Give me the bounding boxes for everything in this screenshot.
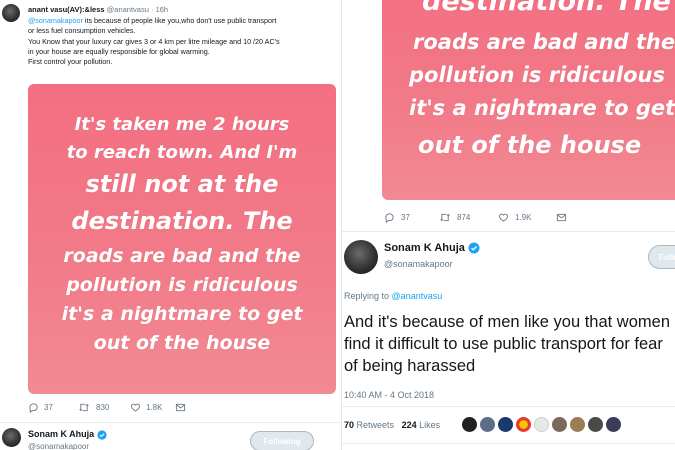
verified-badge-icon — [97, 430, 107, 440]
verified-badge-icon — [468, 242, 480, 254]
reply-header: anant vasu(AV):&less @anantvasu · 16h — [28, 5, 168, 14]
quote-image-card[interactable]: It's taken me 2 hours to reach town. And… — [28, 84, 336, 394]
main-text-line-1: And it's because of men like you that wo… — [344, 313, 670, 331]
likes-total[interactable]: 224 — [402, 420, 417, 430]
anant-avatar[interactable] — [2, 4, 20, 22]
left-screenshot-panel: anant vasu(AV):&less @anantvasu · 16h @s… — [0, 0, 342, 450]
reply-tweet-text: @sonamakapoor its because of people like… — [28, 16, 340, 67]
replying-to-prefix: Replying to — [344, 291, 390, 301]
right-tweet-actions: 37 874 1.9K — [384, 212, 567, 223]
retweet-action[interactable]: 830 — [78, 402, 130, 413]
reply-text-line-3: You Know that your luxury car gives 3 or… — [28, 36, 280, 46]
retweet-icon — [78, 402, 90, 413]
liker-avatar[interactable] — [480, 417, 495, 432]
retweets-total[interactable]: 70 — [344, 420, 354, 430]
dm-action[interactable] — [175, 402, 186, 413]
main-tweet-handle[interactable]: @sonamakapoor — [384, 259, 453, 269]
tweet-timestamp[interactable]: 10:40 AM - 4 Oct 2018 — [344, 390, 434, 400]
right-divider-bottom — [342, 443, 675, 444]
like-count-right: 1.9K — [515, 213, 532, 222]
reply-action[interactable]: 37 — [28, 402, 78, 413]
dm-action-right[interactable] — [556, 212, 567, 223]
reply-text-line-4: in your house are equally responsible fo… — [28, 46, 210, 56]
reply-text-line-1: its because of people like you,who don't… — [84, 16, 277, 25]
main-tweet-display-name[interactable]: Sonam K Ahuja — [384, 242, 465, 254]
following-button-left[interactable]: Following — [250, 431, 314, 450]
crop-quote-line-2: roads are bad and the — [413, 30, 675, 54]
liker-avatar[interactable] — [498, 417, 513, 432]
crop-quote-line-1: destination. The — [422, 0, 671, 17]
engagement-stats: 70 Retweets 224 Likes — [344, 420, 440, 430]
liker-avatar[interactable] — [552, 417, 567, 432]
reply-text-line-2: or less fuel consumption vehicles. — [28, 26, 136, 36]
retweet-count-right: 874 — [457, 213, 471, 222]
reply-icon — [28, 402, 39, 413]
retweet-action-right[interactable]: 874 — [439, 212, 498, 223]
reply-text-line-5: First control your pollution. — [28, 57, 113, 67]
left-tweet-actions: 37 830 1.8K — [28, 402, 186, 413]
reply-icon — [384, 212, 395, 223]
likes-label[interactable]: Likes — [419, 420, 440, 430]
crop-quote-line-3: pollution is ridiculous — [409, 63, 665, 87]
like-action-right[interactable]: 1.9K — [498, 212, 556, 223]
crop-quote-line-4: it's a nightmare to get — [409, 96, 675, 120]
liker-avatar[interactable] — [588, 417, 603, 432]
right-screenshot-panel: destination. The roads are bad and the p… — [342, 0, 675, 450]
reply-display-name[interactable]: anant vasu(AV):&less — [28, 5, 105, 14]
sonam-avatar-small[interactable] — [2, 428, 21, 447]
replying-to-handle[interactable]: @anantvasu — [392, 291, 443, 301]
next-tweet-handle[interactable]: @sonamakapoor — [28, 442, 89, 450]
next-tweet-display-name[interactable]: Sonam K Ahuja — [28, 429, 94, 439]
main-text-line-3: of being harassed — [344, 357, 476, 375]
sonam-avatar[interactable] — [344, 240, 378, 274]
like-count: 1.8K — [146, 403, 163, 412]
reply-action-right[interactable]: 37 — [384, 212, 439, 223]
dm-icon — [556, 212, 567, 223]
quote-line-8: out of the house — [93, 332, 271, 354]
liker-avatar[interactable] — [462, 417, 477, 432]
dm-icon — [175, 402, 186, 413]
next-tweet-header: Sonam K Ahuja — [28, 429, 107, 440]
left-divider — [0, 422, 341, 423]
retweet-count: 830 — [96, 403, 110, 412]
like-action[interactable]: 1.8K — [130, 402, 175, 413]
quote-image-card-cropped[interactable]: destination. The roads are bad and the p… — [382, 0, 675, 200]
reply-count-right: 37 — [401, 213, 410, 222]
right-divider-stats-top — [342, 406, 675, 407]
reply-separator: · — [150, 5, 154, 14]
right-divider-top — [342, 231, 675, 232]
liker-avatar[interactable] — [534, 417, 549, 432]
like-icon — [130, 402, 141, 413]
liker-avatars — [462, 417, 624, 432]
liker-avatar[interactable] — [570, 417, 585, 432]
main-text-line-2: find it difficult to use public transpor… — [344, 335, 663, 353]
quote-line-4: destination. The — [71, 207, 293, 235]
following-button-right[interactable]: Following — [648, 245, 675, 269]
retweets-label[interactable]: Retweets — [357, 420, 395, 430]
reply-handle[interactable]: @anantvasu — [107, 5, 149, 14]
retweet-icon — [439, 212, 451, 223]
quote-line-1: It's taken me 2 hours — [74, 114, 290, 135]
reply-mention[interactable]: @sonamakapoor — [28, 16, 83, 25]
like-icon — [498, 212, 509, 223]
reply-count: 37 — [44, 403, 53, 412]
quote-line-7: it's a nightmare to get — [61, 303, 303, 325]
quote-line-6: pollution is ridiculous — [66, 274, 298, 296]
quote-line-3: still not at the — [85, 170, 279, 198]
quote-line-5: roads are bad and the — [63, 245, 301, 267]
quote-line-2: to reach town. And I'm — [66, 142, 298, 163]
main-tweet-header: Sonam K Ahuja — [384, 242, 480, 254]
replying-to: Replying to @anantvasu — [344, 291, 442, 301]
liker-avatar[interactable] — [606, 417, 621, 432]
crop-quote-line-5: out of the house — [418, 131, 642, 159]
reply-time[interactable]: 16h — [156, 5, 169, 14]
liker-avatar[interactable] — [516, 417, 531, 432]
